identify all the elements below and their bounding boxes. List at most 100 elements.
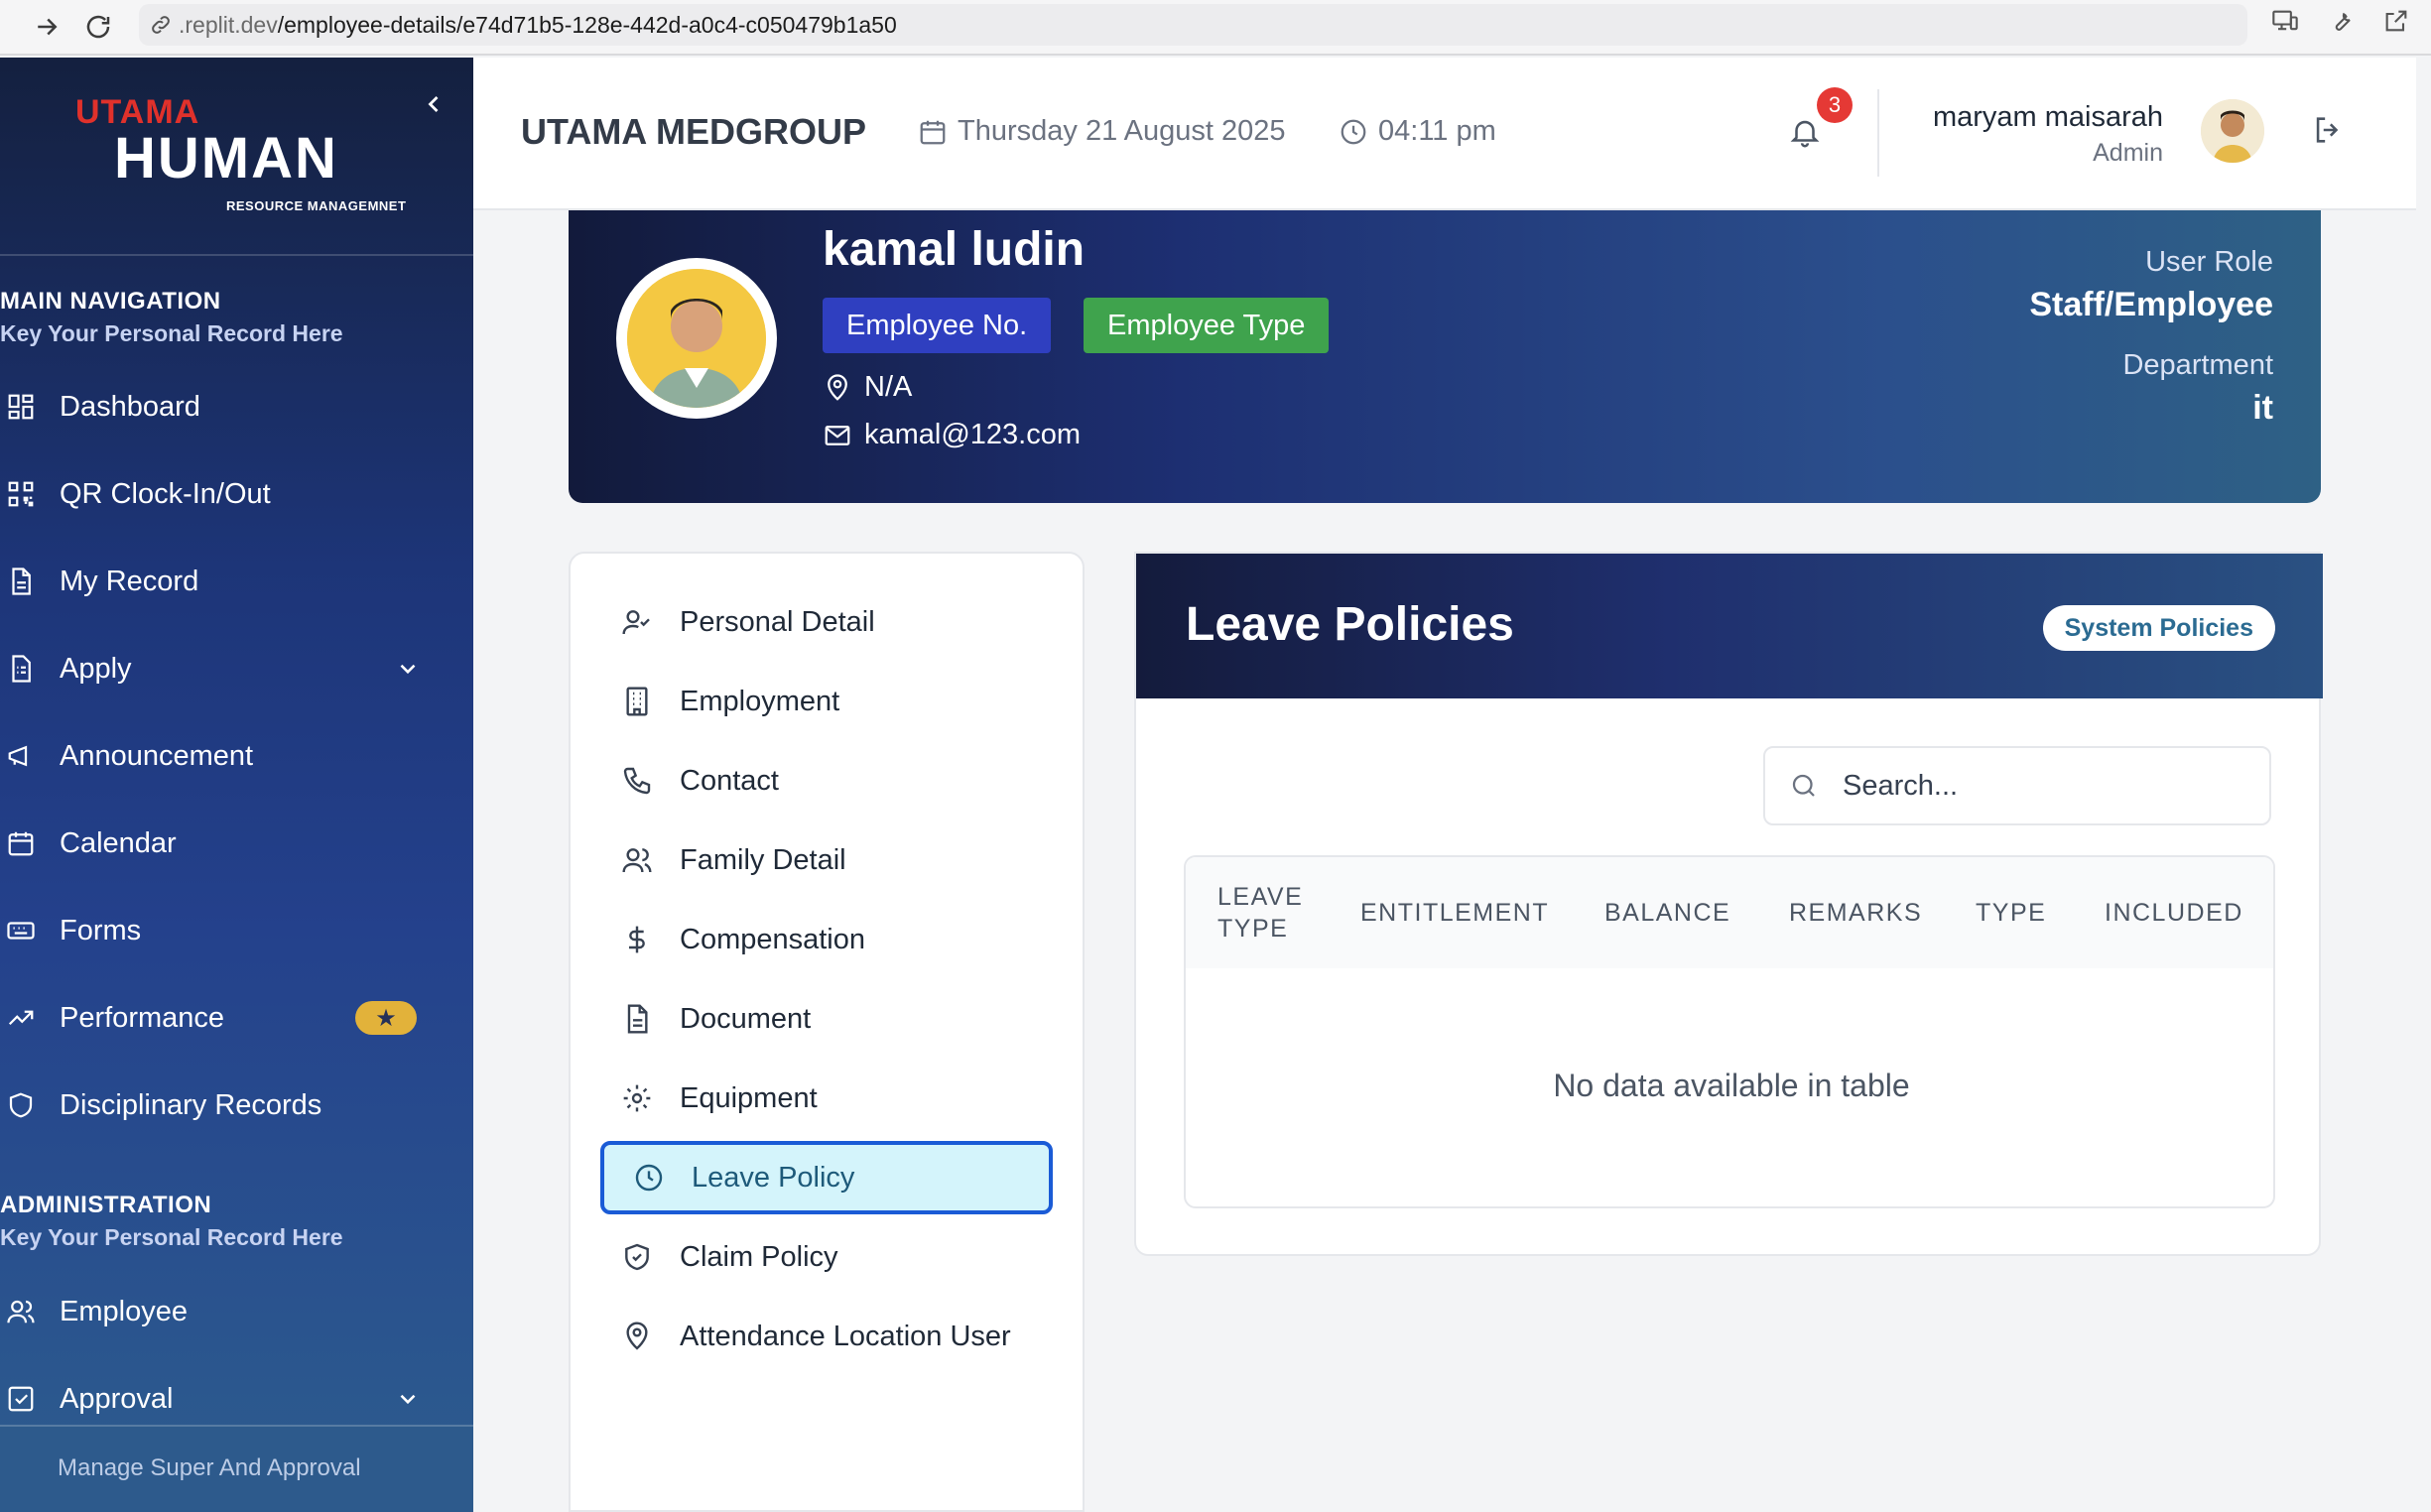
sidebar-item-label: Performance — [60, 1001, 225, 1034]
sidebar-item-approval[interactable]: Approval — [0, 1369, 456, 1429]
department-value: it — [2252, 389, 2273, 427]
sidebar-item-performance[interactable]: Performance ★ — [0, 988, 456, 1048]
sidebar-item-label: Dashboard — [60, 390, 200, 423]
reload-icon[interactable] — [79, 8, 117, 46]
notification-count-badge: 3 — [1817, 87, 1853, 123]
map-pin-icon — [620, 1320, 654, 1353]
tab-label: Family Detail — [680, 843, 846, 876]
administration-heading: ADMINISTRATION — [0, 1192, 212, 1218]
sidebar-footer-text: Manage Super And Approval — [58, 1454, 361, 1481]
forward-icon[interactable] — [28, 8, 65, 46]
sidebar-item-label: Approval — [60, 1382, 174, 1415]
table-header: LEAVE TYPE ENTITLEMENT BALANCE REMARKS T… — [1186, 857, 2273, 968]
tab-attendance-location-user[interactable]: Attendance Location User — [600, 1300, 1053, 1373]
tab-leave-policy[interactable]: Leave Policy — [600, 1141, 1053, 1214]
sidebar-item-calendar[interactable]: Calendar — [0, 814, 456, 873]
sidebar-item-dashboard[interactable]: Dashboard — [0, 377, 456, 437]
search-icon — [1792, 774, 1815, 797]
chevron-down-icon[interactable] — [395, 656, 421, 682]
shield-icon — [6, 1090, 36, 1120]
header-divider — [1877, 89, 1879, 177]
sidebar-item-announcement[interactable]: Announcement — [0, 726, 456, 786]
devices-icon[interactable] — [2268, 4, 2302, 38]
keyboard-icon — [6, 916, 36, 945]
tab-label: Personal Detail — [680, 605, 875, 638]
tab-label: Contact — [680, 764, 779, 797]
column-header-remarks[interactable]: REMARKS — [1789, 857, 1922, 968]
map-pin-icon — [828, 373, 847, 401]
users-icon — [6, 1297, 36, 1326]
user-avatar-image — [2201, 99, 2264, 163]
external-link-icon[interactable] — [2379, 4, 2413, 38]
sidebar-item-label: Forms — [60, 914, 142, 946]
column-header-balance[interactable]: BALANCE — [1604, 857, 1730, 968]
trending-up-icon — [6, 1003, 36, 1033]
sidebar-item-my-record[interactable]: My Record — [0, 552, 456, 611]
administration-subtitle: Key Your Personal Record Here — [0, 1224, 343, 1250]
tab-label: Equipment — [680, 1081, 818, 1114]
employee-name: kamal ludin — [823, 223, 1086, 276]
sidebar-item-employee[interactable]: Employee — [0, 1282, 456, 1341]
tab-label: Attendance Location User — [680, 1320, 1011, 1352]
empty-table-message: No data available in table — [1553, 1068, 1910, 1103]
sidebar-item-forms[interactable]: Forms — [0, 901, 456, 960]
time-text: 04:11 pm — [1378, 115, 1496, 147]
column-header-leave-type[interactable]: LEAVE TYPE — [1217, 857, 1302, 968]
column-header-included[interactable]: INCLUDED — [2105, 857, 2243, 968]
top-header: UTAMA MEDGROUP Thursday 21 August 2025 0… — [473, 58, 2416, 210]
system-policies-badge[interactable]: System Policies — [2042, 605, 2275, 651]
leave-policies-table: LEAVE TYPE ENTITLEMENT BALANCE REMARKS T… — [1184, 855, 2275, 1208]
sidebar-item-qr-clock[interactable]: QR Clock-In/Out — [0, 464, 456, 524]
logout-icon[interactable] — [2311, 113, 2347, 149]
tab-compensation[interactable]: Compensation — [600, 903, 1053, 976]
tab-equipment[interactable]: Equipment — [600, 1062, 1053, 1135]
megaphone-icon — [6, 741, 36, 771]
sidebar-item-label: Calendar — [60, 826, 177, 859]
user-role: Admin — [2093, 139, 2163, 167]
tab-family-detail[interactable]: Family Detail — [600, 823, 1053, 897]
avatar[interactable] — [2201, 99, 2264, 163]
employee-avatar — [616, 258, 777, 419]
checkbox-icon — [6, 1384, 36, 1414]
collapse-sidebar-icon[interactable] — [417, 87, 450, 121]
phone-icon — [620, 764, 654, 798]
employee-type-badge: Employee Type — [1084, 298, 1330, 353]
form-icon — [6, 654, 36, 684]
logo-human-text: HUMAN — [114, 126, 338, 190]
document-icon — [6, 567, 36, 596]
leave-policies-title: Leave Policies — [1186, 598, 1514, 651]
wrench-icon[interactable] — [2324, 4, 2358, 38]
tab-label: Employment — [680, 685, 840, 717]
address-bar[interactable]: .replit.dev/employee-details/e74d71b5-12… — [139, 4, 2247, 46]
header-time: 04:11 pm — [1339, 115, 1496, 148]
employee-tab-menu: Personal Detail Employment Contact Famil… — [569, 552, 1085, 1512]
sidebar: UTAMA HUMAN RESOURCE MANAGEMNET MAIN NAV… — [0, 58, 473, 1512]
tab-personal-detail[interactable]: Personal Detail — [600, 585, 1053, 659]
url-host: .replit.dev — [179, 11, 278, 38]
department-label: Department — [2122, 349, 2273, 381]
column-header-entitlement[interactable]: ENTITLEMENT — [1360, 857, 1549, 968]
shield-check-icon — [620, 1240, 654, 1274]
search-field[interactable] — [1763, 746, 2271, 825]
main-navigation-subtitle: Key Your Personal Record Here — [0, 320, 343, 346]
tab-contact[interactable]: Contact — [600, 744, 1053, 818]
tab-label: Compensation — [680, 923, 865, 955]
sidebar-item-label: Employee — [60, 1295, 188, 1327]
column-header-type[interactable]: TYPE — [1976, 857, 2046, 968]
tab-document[interactable]: Document — [600, 982, 1053, 1056]
sidebar-item-label: QR Clock-In/Out — [60, 477, 271, 510]
user-name[interactable]: maryam maisarah — [1933, 101, 2163, 134]
company-name: UTAMA MEDGROUP — [521, 111, 866, 152]
users-icon — [620, 843, 654, 877]
sidebar-item-apply[interactable]: Apply — [0, 639, 456, 698]
tab-employment[interactable]: Employment — [600, 665, 1053, 738]
clock-icon — [632, 1161, 666, 1195]
sidebar-item-label: My Record — [60, 565, 199, 597]
sidebar-item-disciplinary-records[interactable]: Disciplinary Records — [0, 1075, 456, 1135]
chevron-down-icon[interactable] — [395, 1386, 421, 1412]
search-input[interactable] — [1843, 769, 2239, 803]
bell-icon[interactable] — [1788, 115, 1826, 153]
tab-claim-policy[interactable]: Claim Policy — [600, 1220, 1053, 1294]
logo: UTAMA HUMAN RESOURCE MANAGEMNET — [0, 58, 473, 256]
user-role-value: Staff/Employee — [2029, 286, 2273, 323]
